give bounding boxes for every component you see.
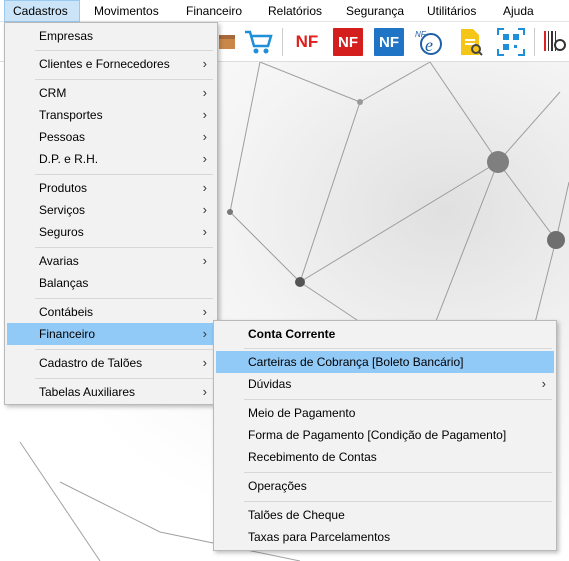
chevron-right-icon: › [202,202,207,217]
menu-item-label: Avarias [39,254,79,268]
chevron-right-icon: › [202,304,207,319]
menu-item-label: Cadastro de Talões [39,356,143,370]
menu-item-label: Produtos [39,181,88,195]
document-search-icon[interactable] [454,27,486,57]
menu-item-label: Financeiro [39,327,96,341]
menu-ajuda[interactable]: Ajuda [495,0,542,22]
menu-separator [244,399,552,400]
chevron-right-icon: › [202,326,207,341]
menu-item-contabeis[interactable]: Contábeis › [7,301,215,323]
menu-item-label: Seguros [39,225,84,239]
menu-item-label: Talões de Cheque [248,508,345,522]
menu-item-tabelas-auxiliares[interactable]: Tabelas Auxiliares › [7,381,215,403]
chevron-right-icon: › [202,224,207,239]
menu-financeiro[interactable]: Financeiro [178,0,250,22]
menu-item-pessoas[interactable]: Pessoas › [7,126,215,148]
chevron-right-icon: › [541,376,546,391]
menu-item-label: Clientes e Fornecedores [39,57,170,71]
menu-item-label: Conta Corrente [248,327,336,341]
menu-item-label: Recebimento de Contas [248,450,377,464]
chevron-right-icon: › [202,56,207,71]
menu-item-dp-rh[interactable]: D.P. e R.H. › [7,148,215,170]
menu-utilitarios[interactable]: Utilitários [419,0,484,22]
menu-item-produtos[interactable]: Produtos › [7,177,215,199]
submenu-item-taxas-parcelamentos[interactable]: Taxas para Parcelamentos [216,526,554,548]
nf-icon[interactable]: NF [291,27,323,57]
nfe-icon[interactable]: NF e [413,27,445,57]
menu-item-financeiro[interactable]: Financeiro › [7,323,215,345]
menu-item-label: Meio de Pagamento [248,406,356,420]
menu-item-label: Empresas [39,29,94,43]
menu-item-crm[interactable]: CRM › [7,82,215,104]
toolbar-separator [534,28,535,56]
submenu-item-forma-pagamento[interactable]: Forma de Pagamento [Condição de Pagament… [216,424,554,446]
chevron-right-icon: › [202,180,207,195]
menu-item-label: Contábeis [39,305,94,319]
menu-separator [244,472,552,473]
chevron-right-icon: › [202,85,207,100]
chevron-right-icon: › [202,384,207,399]
menu-item-label: Forma de Pagamento [Condição de Pagament… [248,428,507,442]
menu-item-servicos[interactable]: Serviços › [7,199,215,221]
menu-item-label: Transportes [39,108,103,122]
menu-separator [35,349,213,350]
menu-separator [244,348,552,349]
menu-item-label: CRM [39,86,67,100]
submenu-item-operacoes[interactable]: Operações [216,475,554,497]
menu-separator [35,378,213,379]
menu-relatorios[interactable]: Relatórios [260,0,330,22]
menu-item-transportes[interactable]: Transportes › [7,104,215,126]
submenu-item-taloes-cheque[interactable]: Talões de Cheque [216,504,554,526]
menu-movimentos[interactable]: Movimentos [86,0,167,22]
menu-item-avarias[interactable]: Avarias › [7,250,215,272]
submenu-item-conta-corrente[interactable]: Conta Corrente [216,323,554,345]
menu-item-label: Taxas para Parcelamentos [248,530,391,544]
financeiro-submenu: Conta Corrente Carteiras de Cobrança [Bo… [213,320,557,551]
menu-item-label: Operações [248,479,307,493]
menu-item-label: Pessoas [39,130,86,144]
menu-item-seguros[interactable]: Seguros › [7,221,215,243]
submenu-item-duvidas[interactable]: Dúvidas › [216,373,554,395]
submenu-item-carteiras-cobranca[interactable]: Carteiras de Cobrança [Boleto Bancário] [216,351,554,373]
chevron-right-icon: › [202,355,207,370]
toolbar-separator [282,28,283,56]
menu-item-label: Dúvidas [248,377,292,391]
cadastros-menu: Empresas Clientes e Fornecedores › CRM › T… [4,22,218,405]
menu-item-label: Carteiras de Cobrança [Boleto Bancário] [248,355,464,369]
menu-item-cadastro-taloes[interactable]: Cadastro de Talões › [7,352,215,374]
menu-item-label: Tabelas Auxiliares [39,385,136,399]
menu-seguranca[interactable]: Segurança [338,0,412,22]
submenu-item-meio-pagamento[interactable]: Meio de Pagamento [216,402,554,424]
chevron-right-icon: › [202,107,207,122]
menu-item-label: Balanças [39,276,89,290]
menu-separator [35,174,213,175]
menu-item-label: Serviços [39,203,86,217]
nf-red-icon[interactable]: NF [332,27,364,57]
barcode-search-icon[interactable] [540,27,569,57]
menu-separator [35,79,213,80]
menu-bar: Cadastros Movimentos Financeiro Relatóri… [0,0,569,22]
chevron-right-icon: › [202,151,207,166]
shopping-cart-icon[interactable] [242,27,274,57]
svg-text:e: e [425,35,433,55]
qr-code-icon[interactable] [495,27,527,57]
nf-blue-icon[interactable]: NF [373,27,405,57]
menu-cadastros[interactable]: Cadastros [4,0,80,22]
chevron-right-icon: › [202,129,207,144]
menu-separator [35,50,213,51]
menu-item-balancas[interactable]: Balanças [7,272,215,294]
menu-separator [35,247,213,248]
menu-item-clientes-fornecedores[interactable]: Clientes e Fornecedores › [7,53,215,75]
chevron-right-icon: › [202,253,207,268]
menu-item-label: D.P. e R.H. [39,152,99,166]
submenu-item-recebimento-contas[interactable]: Recebimento de Contas [216,446,554,468]
menu-item-empresas[interactable]: Empresas [7,25,215,47]
menu-separator [35,298,213,299]
menu-separator [244,501,552,502]
